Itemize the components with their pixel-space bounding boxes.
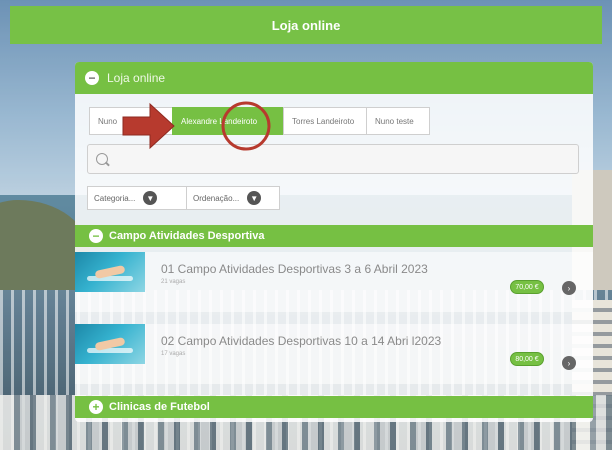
- tab-torres-landeiroto[interactable]: Torres Landeiroto: [283, 107, 367, 135]
- panel-title: Loja online: [107, 71, 166, 85]
- product-title: 01 Campo Atividades Desportivas 3 a 6 Ab…: [161, 262, 428, 276]
- arrow-circle-icon[interactable]: ›: [562, 356, 576, 370]
- search-input[interactable]: [116, 153, 556, 165]
- product-thumbnail: [75, 252, 145, 292]
- category-label: Campo Atividades Desportiva: [109, 230, 265, 242]
- minus-circle-icon[interactable]: −: [85, 71, 99, 85]
- search-box[interactable]: [87, 144, 579, 174]
- product-thumbnail: [75, 324, 145, 364]
- category-header-campo[interactable]: − Campo Atividades Desportiva: [75, 225, 593, 247]
- search-icon: [96, 153, 108, 165]
- shop-panel: − Loja online Nuno Alexandre Landeiroto …: [75, 62, 593, 422]
- header-bar: Loja online: [10, 6, 602, 44]
- plus-circle-icon[interactable]: +: [89, 400, 103, 414]
- product-subtitle: 17 vagas: [161, 351, 186, 357]
- arrow-circle-icon[interactable]: ›: [562, 281, 576, 295]
- category-dropdown-label: Categoria...: [94, 193, 136, 203]
- tab-alexandre-landeiroto[interactable]: Alexandre Landeiroto: [172, 107, 284, 135]
- user-tabs: Nuno Alexandre Landeiroto Torres Landeir…: [89, 107, 430, 135]
- tab-nuno-teste[interactable]: Nuno teste: [366, 107, 430, 135]
- sort-dropdown-label: Ordenação...: [193, 193, 240, 203]
- product-row[interactable]: 02 Campo Atividades Desportivas 10 a 14 …: [75, 324, 593, 384]
- tab-nuno[interactable]: Nuno: [89, 107, 173, 135]
- minus-circle-icon[interactable]: −: [89, 229, 103, 243]
- category-header-clinicas[interactable]: + Clinicas de Futebol: [75, 396, 593, 418]
- chevron-down-icon: ▼: [247, 191, 262, 205]
- product-subtitle: 21 vagas: [161, 279, 186, 285]
- header-title: Loja online: [271, 17, 341, 33]
- filter-bar: Categoria... ▼ Ordenação... ▼: [87, 186, 280, 210]
- product-title: 02 Campo Atividades Desportivas 10 a 14 …: [161, 334, 442, 348]
- chevron-down-icon: ▼: [143, 191, 158, 205]
- category-label: Clinicas de Futebol: [109, 401, 210, 413]
- price-badge: 80,00 €: [510, 352, 544, 366]
- sort-dropdown[interactable]: Ordenação... ▼: [186, 186, 280, 210]
- price-badge: 70,00 €: [510, 280, 544, 294]
- panel-header[interactable]: − Loja online: [75, 62, 593, 94]
- product-row[interactable]: 01 Campo Atividades Desportivas 3 a 6 Ab…: [75, 252, 593, 312]
- category-dropdown[interactable]: Categoria... ▼: [87, 186, 187, 210]
